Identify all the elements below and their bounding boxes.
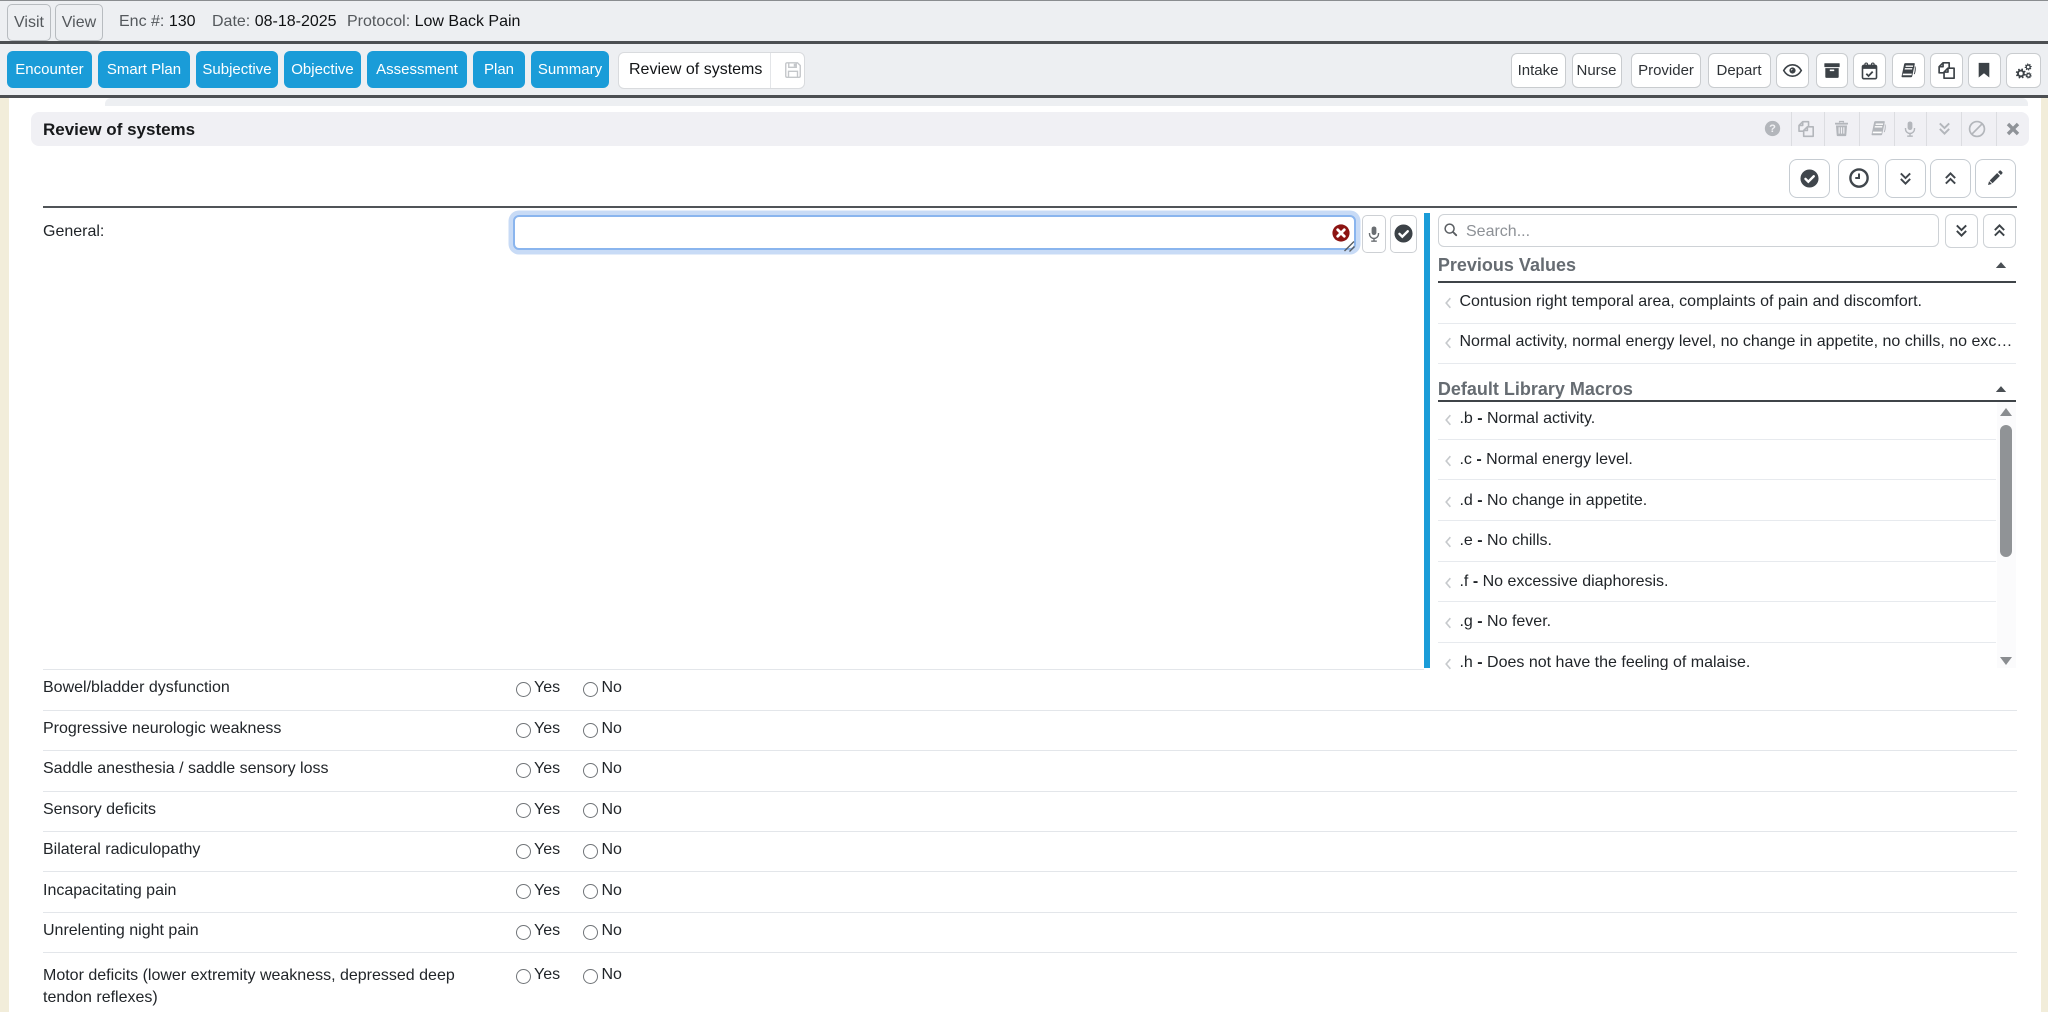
svg-text:?: ? (1769, 123, 1776, 135)
